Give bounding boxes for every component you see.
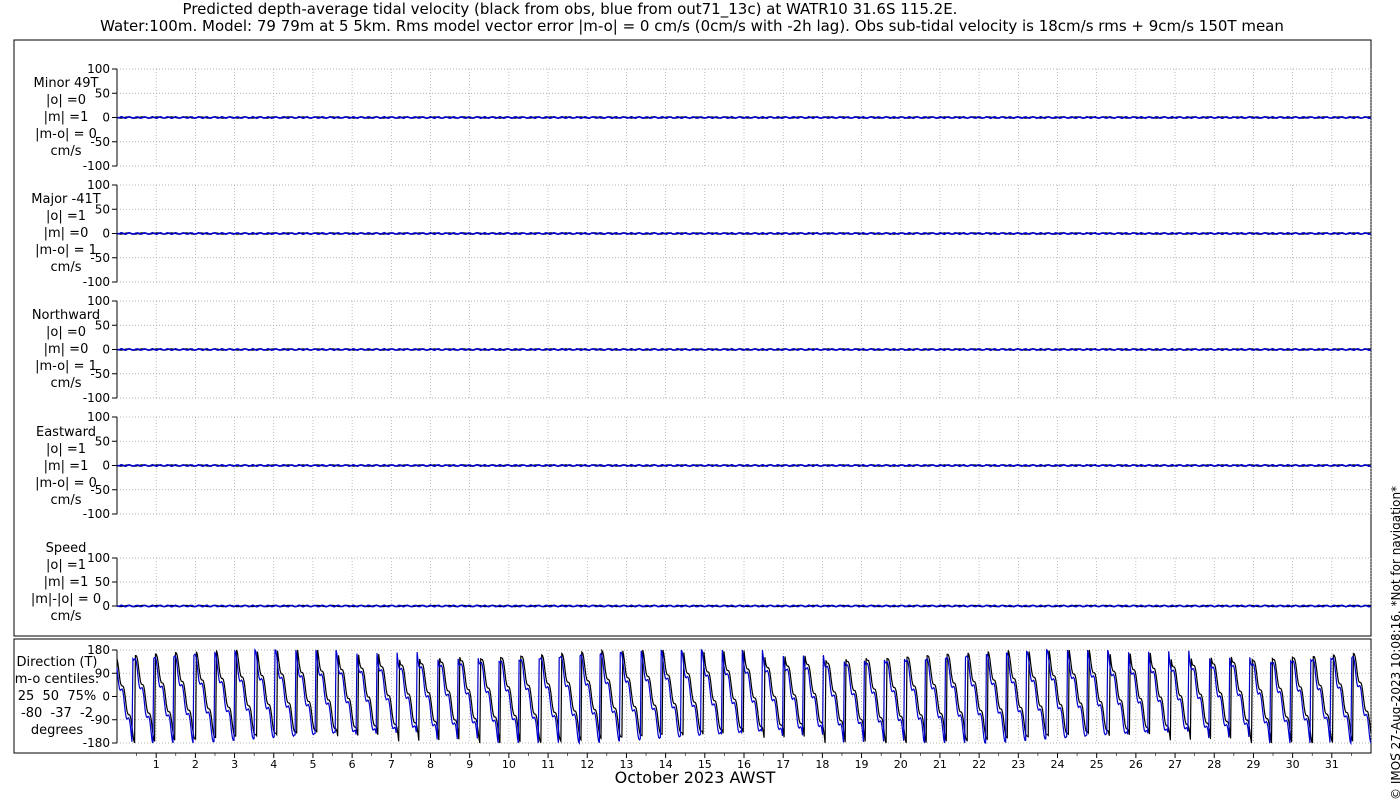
y-tick-label: 100 [87, 62, 110, 76]
y-tick-label: 90 [95, 666, 110, 680]
y-tick-label: 0 [102, 459, 110, 473]
x-tick-label: 21 [933, 758, 947, 771]
y-tick-label: 50 [95, 318, 110, 332]
y-tick-label: 100 [87, 410, 110, 424]
y-tick-label: -90 [90, 713, 110, 727]
y-tick-label: 0 [102, 111, 110, 125]
chart-canvas: -100-50050100-100-50050100-100-50050100-… [13, 39, 1391, 771]
y-tick-label: 100 [87, 178, 110, 192]
x-tick-label: 11 [541, 758, 555, 771]
y-tick-label: -100 [83, 275, 110, 289]
y-tick-label: -50 [90, 483, 110, 497]
y-tick-label: 50 [95, 434, 110, 448]
x-tick-label: 4 [270, 758, 277, 771]
y-tick-label: 50 [95, 86, 110, 100]
y-tick-label: -100 [83, 507, 110, 521]
x-tick-label: 27 [1168, 758, 1182, 771]
x-tick-label: 7 [388, 758, 395, 771]
y-tick-label: 0 [102, 343, 110, 357]
x-tick-label: 28 [1207, 758, 1221, 771]
y-tick-label: -50 [90, 251, 110, 265]
y-tick-label: -100 [83, 159, 110, 173]
x-tick-label: 29 [1246, 758, 1260, 771]
x-tick-label: 3 [231, 758, 238, 771]
x-tick-label: 5 [309, 758, 316, 771]
x-tick-label: 26 [1129, 758, 1143, 771]
x-tick-label: 10 [502, 758, 516, 771]
x-tick-label: 31 [1325, 758, 1339, 771]
x-tick-label: 9 [466, 758, 473, 771]
x-tick-label: 6 [349, 758, 356, 771]
x-axis-label: October 2023 AWST [614, 768, 776, 787]
y-tick-label: -100 [83, 391, 110, 405]
x-tick-label: 24 [1051, 758, 1065, 771]
upper-frame [13, 39, 1372, 637]
y-tick-label: 0 [102, 599, 110, 613]
x-tick-label: 22 [972, 758, 986, 771]
x-tick-label: 30 [1286, 758, 1300, 771]
x-tick-label: 23 [1011, 758, 1025, 771]
copyright-notice: © IMOS 27-Aug-2023 10:08:16. *Not for na… [1389, 485, 1400, 800]
y-tick-label: 100 [87, 551, 110, 565]
x-tick-label: 25 [1090, 758, 1104, 771]
x-tick-label: 2 [192, 758, 199, 771]
y-tick-label: -180 [83, 736, 110, 750]
y-tick-label: 0 [102, 690, 110, 704]
x-tick-label: 20 [894, 758, 908, 771]
y-tick-label: 0 [102, 227, 110, 241]
x-tick-label: 1 [153, 758, 160, 771]
y-tick-label: 50 [95, 202, 110, 216]
x-tick-label: 8 [427, 758, 434, 771]
y-tick-label: 180 [87, 643, 110, 657]
y-tick-label: 50 [95, 575, 110, 589]
x-tick-label: 19 [855, 758, 869, 771]
y-tick-label: -50 [90, 367, 110, 381]
y-tick-label: 100 [87, 294, 110, 308]
y-tick-label: -50 [90, 135, 110, 149]
